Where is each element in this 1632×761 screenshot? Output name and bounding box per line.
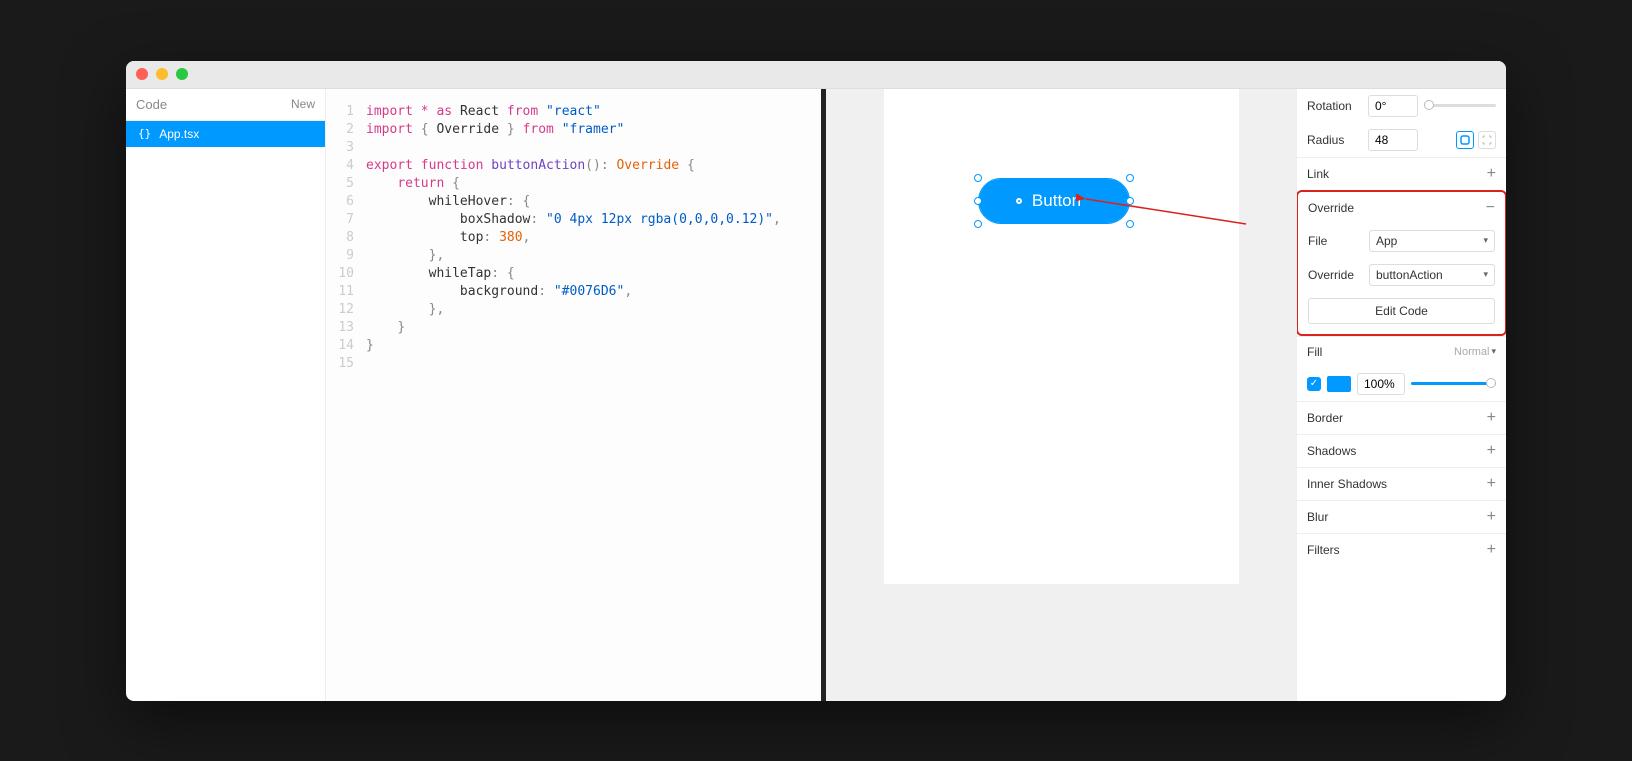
resize-handle-br[interactable] [1126,220,1134,228]
border-label: Border [1307,411,1343,425]
new-button[interactable]: New [291,97,315,111]
button-label: Button [1032,191,1081,211]
inner-shadows-label: Inner Shadows [1307,477,1387,491]
fill-label: Fill [1307,345,1322,359]
radius-row: Radius [1297,123,1506,157]
fill-opacity-slider[interactable] [1411,382,1496,385]
code-editor[interactable]: 1 2 3 4 5 6 7 8 9 10 11 12 13 14 15 impo… [326,89,826,701]
fill-visible-checkbox[interactable]: ✓ [1307,377,1321,391]
fill-row: ✓ [1297,367,1506,401]
radius-label: Radius [1307,133,1362,147]
titlebar [126,61,1506,89]
fill-opacity-input[interactable] [1357,373,1405,395]
code-lines: import * as React from "react" import { … [366,103,821,687]
add-blur-icon[interactable]: + [1487,509,1496,525]
file-item-app-tsx[interactable]: {} App.tsx [126,121,325,147]
add-border-icon[interactable]: + [1487,410,1496,426]
rotation-slider[interactable] [1424,104,1496,107]
caret-down-icon: ▾ [1483,235,1488,246]
resize-handle-mr[interactable] [1126,197,1134,205]
close-icon[interactable] [136,68,148,80]
resize-handle-ml[interactable] [974,197,982,205]
minimize-icon[interactable] [156,68,168,80]
filters-label: Filters [1307,543,1340,557]
rotation-label: Rotation [1307,99,1362,113]
override-file-row: File App ▾ [1298,224,1505,258]
fill-color-swatch[interactable] [1327,376,1351,392]
sidebar-title: Code [136,97,167,112]
rotation-input[interactable] [1368,95,1418,117]
override-label: Override [1308,201,1354,215]
fill-section[interactable]: Fill Normal ▾ [1297,336,1506,367]
code-sidebar: Code New {} App.tsx [126,89,326,701]
link-label: Link [1307,167,1329,181]
sidebar-header: Code New [126,89,325,121]
maximize-icon[interactable] [176,68,188,80]
caret-down-icon: ▾ [1483,269,1488,280]
canvas[interactable]: Button [826,89,1296,701]
add-filter-icon[interactable]: + [1487,542,1496,558]
edit-code-button[interactable]: Edit Code [1308,298,1495,324]
radius-all-icon[interactable] [1456,131,1474,149]
main-area: Code New {} App.tsx 1 2 3 4 5 6 7 8 9 10… [126,89,1506,701]
button-element[interactable]: Button [979,179,1129,223]
caret-down-icon: ▾ [1491,346,1496,357]
override-field-label: Override [1308,268,1363,282]
line-gutter: 1 2 3 4 5 6 7 8 9 10 11 12 13 14 15 [326,103,366,687]
rotation-row: Rotation [1297,89,1506,123]
override-header[interactable]: Override − [1298,192,1505,224]
app-window: Code New {} App.tsx 1 2 3 4 5 6 7 8 9 10… [126,61,1506,701]
remove-override-icon[interactable]: − [1486,200,1495,216]
override-func-row: Override buttonAction ▾ [1298,258,1505,292]
border-section[interactable]: Border + [1297,401,1506,434]
add-inner-shadow-icon[interactable]: + [1487,476,1496,492]
resize-handle-tr[interactable] [1126,174,1134,182]
override-select[interactable]: buttonAction ▾ [1369,264,1495,286]
filters-section[interactable]: Filters + [1297,533,1506,566]
file-icon: {} [138,127,151,140]
fill-mode-select[interactable]: Normal ▾ [1454,346,1496,358]
blur-section[interactable]: Blur + [1297,500,1506,533]
shadows-label: Shadows [1307,444,1356,458]
link-section[interactable]: Link + [1297,157,1506,190]
radius-input[interactable] [1368,129,1418,151]
file-select[interactable]: App ▾ [1369,230,1495,252]
add-link-icon[interactable]: + [1487,166,1496,182]
shadows-section[interactable]: Shadows + [1297,434,1506,467]
file-label: File [1308,234,1363,248]
file-name: App.tsx [159,127,199,141]
resize-handle-bl[interactable] [974,220,982,228]
override-section-highlighted: Override − File App ▾ Override buttonAct… [1296,190,1506,336]
button-indicator-icon [1016,198,1022,204]
inspector-panel: Rotation Radius Link [1296,89,1506,701]
artboard[interactable]: Button [884,89,1239,584]
resize-handle-tl[interactable] [974,174,982,182]
inner-shadows-section[interactable]: Inner Shadows + [1297,467,1506,500]
blur-label: Blur [1307,510,1328,524]
add-shadow-icon[interactable]: + [1487,443,1496,459]
radius-individual-icon[interactable] [1478,131,1496,149]
